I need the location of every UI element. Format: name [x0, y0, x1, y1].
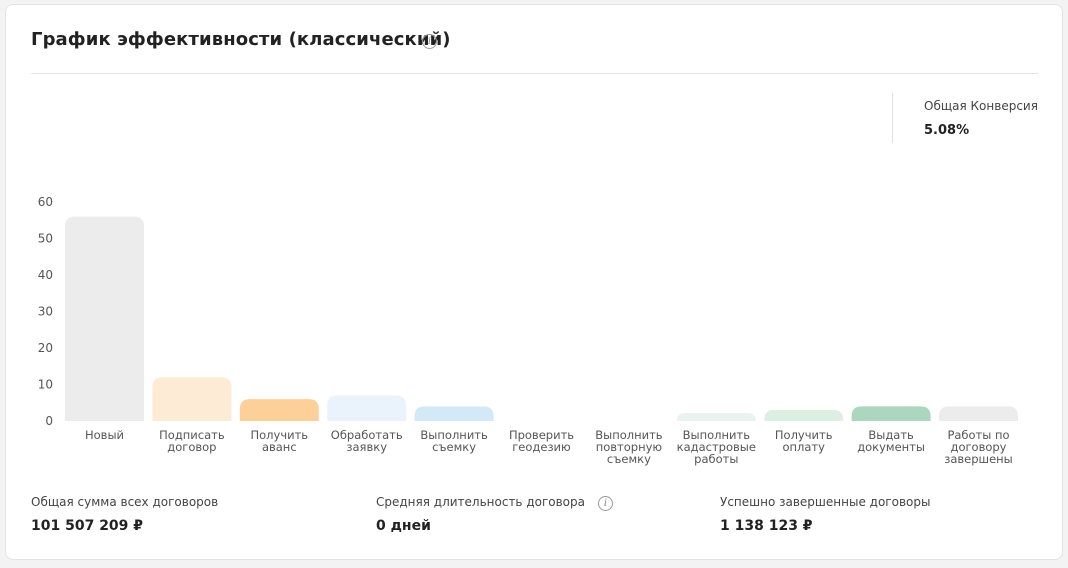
x-tick-label: Обработать заявку	[331, 428, 403, 454]
y-tick-label: 10	[38, 378, 53, 392]
total-sum-label: Общая сумма всех договоров	[31, 495, 219, 509]
y-tick-label: 60	[38, 195, 53, 209]
y-tick-label: 0	[45, 414, 53, 428]
x-tick-label: Подписать договор	[159, 428, 225, 454]
y-tick-label: 40	[38, 268, 53, 282]
efficiency-card: График эффективности (классический) i Об…	[5, 4, 1063, 560]
x-tick-label: Выполнить съемку	[420, 428, 488, 454]
x-tick-label: Выполнить кадастровые работы	[677, 428, 756, 466]
bar[interactable]	[152, 377, 232, 421]
avg-duration-value: 0 дней	[376, 518, 431, 534]
x-tick-label: Выдать документы	[857, 428, 925, 454]
x-tick-label: Выполнить повторную съемку	[595, 428, 663, 466]
x-tick-label: Получить аванс	[251, 428, 309, 454]
bar[interactable]	[414, 406, 494, 421]
y-tick-label: 50	[38, 232, 53, 246]
bar[interactable]	[764, 410, 844, 421]
completed-contracts-value: 1 138 123 ₽	[720, 518, 813, 534]
bar[interactable]	[939, 406, 1018, 421]
x-tick-label: Новый	[85, 428, 124, 442]
x-tick-label: Проверить геодезию	[509, 428, 574, 454]
y-tick-label: 20	[38, 341, 53, 355]
bar[interactable]	[239, 399, 319, 421]
y-tick-label: 30	[38, 305, 53, 319]
bar[interactable]	[327, 395, 407, 421]
bar-chart: 0 10 20 30 40 50 60 Новый Подписать договор Получи…	[38, 195, 1018, 466]
bar[interactable]	[851, 406, 931, 421]
x-tick-label: Работы по договору завершены	[944, 428, 1013, 466]
total-sum-value: 101 507 209 ₽	[31, 518, 144, 534]
bar[interactable]	[676, 413, 756, 421]
avg-duration-label: Средняя длительность договора	[376, 495, 585, 509]
bar[interactable]	[65, 216, 144, 421]
info-icon[interactable]: i	[598, 496, 613, 511]
completed-contracts-label: Успешно завершенные договоры	[720, 495, 931, 509]
x-tick-label: Получить оплату	[775, 428, 833, 454]
